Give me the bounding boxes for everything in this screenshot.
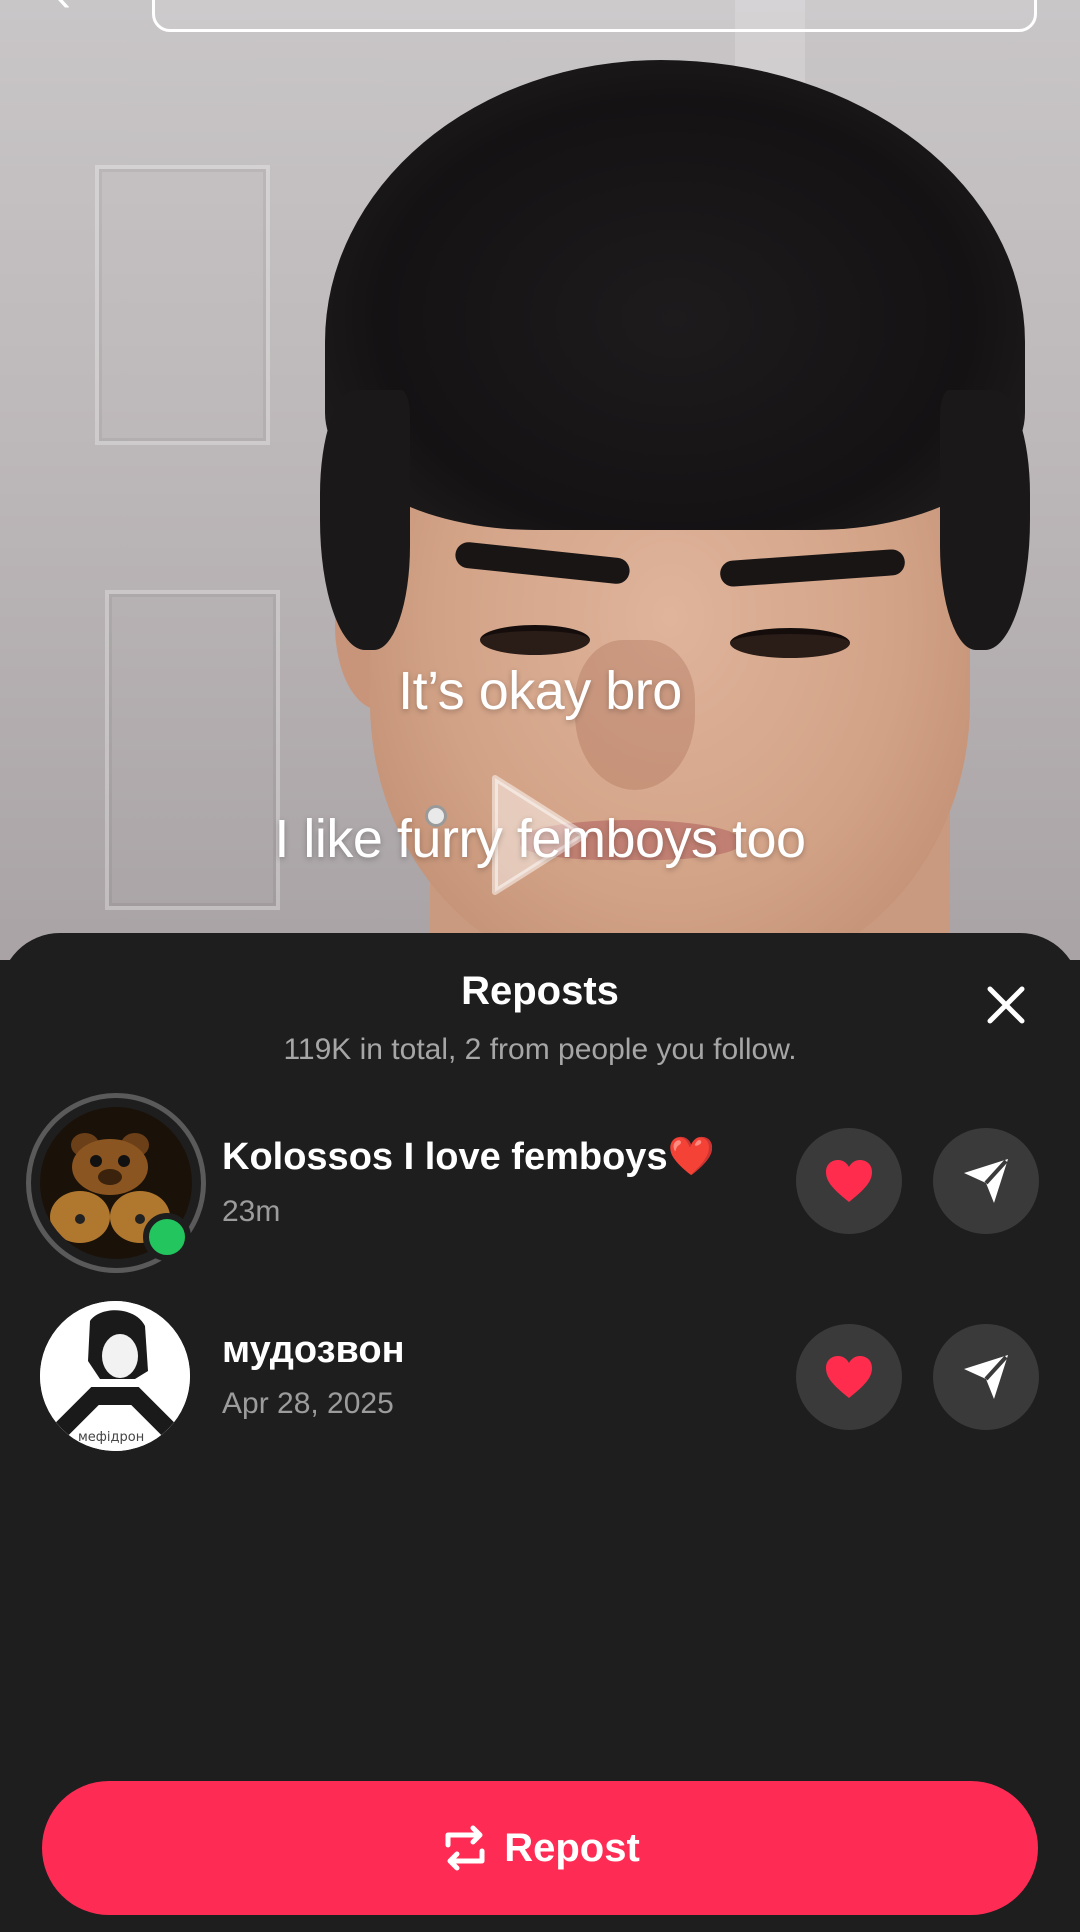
send-button[interactable] <box>933 1128 1039 1234</box>
online-status-dot <box>143 1213 191 1261</box>
eye <box>480 625 590 655</box>
heart-icon <box>826 1356 872 1398</box>
hair <box>325 60 1025 530</box>
repost-button[interactable]: Repost <box>42 1781 1038 1915</box>
eye <box>730 628 850 658</box>
send-icon <box>964 1159 1008 1203</box>
send-icon <box>964 1355 1008 1399</box>
sheet-title: Reposts <box>461 969 619 1013</box>
username[interactable]: Kolossos I love femboys❤️ <box>222 1135 715 1179</box>
heart-icon <box>826 1160 872 1202</box>
avatar-image: мефідрон <box>40 1301 190 1451</box>
repost-time: Apr 28, 2025 <box>222 1387 394 1420</box>
send-button[interactable] <box>933 1324 1039 1430</box>
like-button[interactable] <box>796 1324 902 1430</box>
repost-icon <box>445 1825 485 1871</box>
close-icon[interactable] <box>984 983 1028 1027</box>
username-text: Kolossos I love femboys <box>222 1136 668 1178</box>
list-item[interactable]: мефідрон мудозвон Apr 28, 2025 <box>0 1301 1080 1471</box>
sheet-subtitle: 119K in total, 2 from people you follow. <box>283 1033 797 1066</box>
back-chevron-icon[interactable]: ‹ <box>55 0 95 22</box>
reposts-sheet: Reposts 119K in total, 2 from people you… <box>0 933 1080 1932</box>
heart-emoji: ❤️ <box>667 1136 715 1178</box>
list-item[interactable]: Kolossos I love femboys❤️ 23m <box>0 1093 1080 1273</box>
search-bar[interactable] <box>152 0 1037 32</box>
door-panel <box>95 165 270 445</box>
video-player[interactable]: ‹ It’s okay bro I like furry femboys too <box>0 0 1080 960</box>
repost-button-label: Repost <box>504 1825 640 1870</box>
hair-side <box>940 390 1030 650</box>
video-caption-line2: I like furry femboys too <box>274 809 806 869</box>
hair-side <box>320 390 410 650</box>
avatar[interactable]: мефідрон <box>40 1301 190 1451</box>
avatar-caption: мефідрон <box>78 1430 144 1445</box>
repost-time: 23m <box>222 1195 281 1228</box>
like-button[interactable] <box>796 1128 902 1234</box>
username[interactable]: мудозвон <box>222 1329 405 1372</box>
video-caption-line1: It’s okay bro <box>398 661 682 721</box>
screen: ‹ It’s okay bro I like furry femboys too… <box>0 0 1080 1932</box>
